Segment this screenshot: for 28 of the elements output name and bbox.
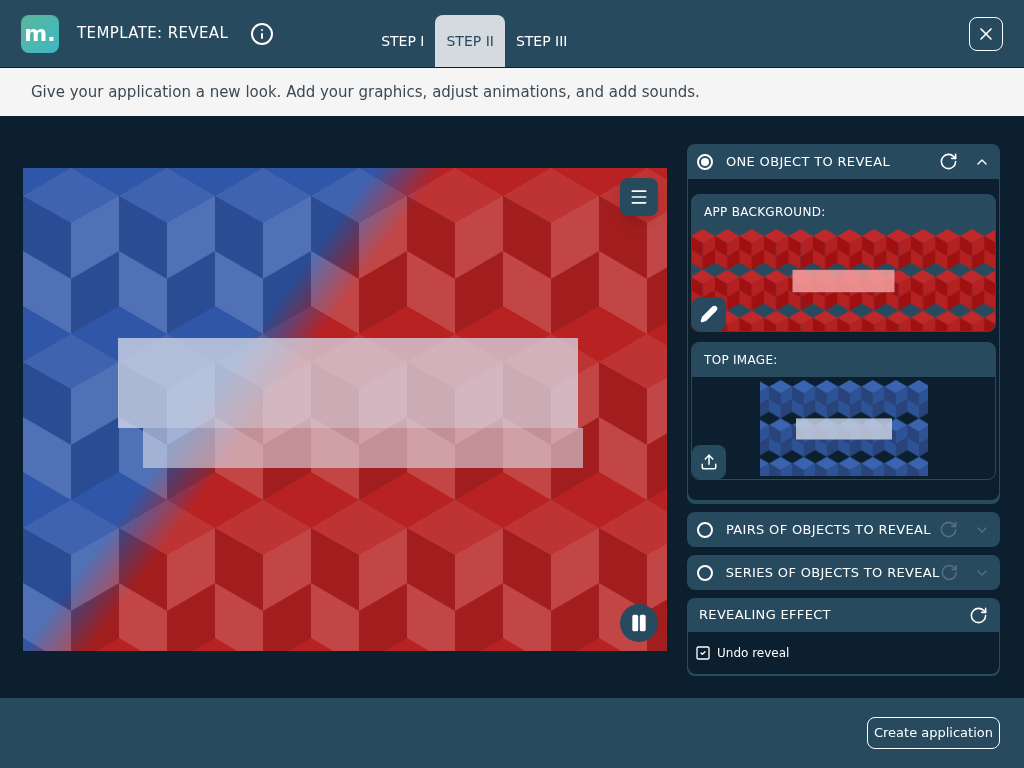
- menu-icon: [629, 187, 649, 207]
- section-title: REVEALING EFFECT: [699, 606, 831, 625]
- step-tab[interactable]: STEP II: [435, 15, 505, 67]
- pause-icon: [629, 613, 649, 633]
- checkbox[interactable]: [695, 645, 711, 661]
- pencil-icon: [700, 305, 718, 323]
- step-tab[interactable]: STEP III: [504, 15, 579, 67]
- create-application-button[interactable]: Create application: [866, 717, 1000, 749]
- section-title: PAIRS OF OBJECTS TO REVEAL: [726, 520, 931, 539]
- subtitle-text: Give your application a new look. Add your graphics, adjust animations, and add sounds.: [31, 81, 700, 103]
- section-title: ONE OBJECT TO REVEAL: [726, 152, 890, 171]
- menu-button[interactable]: [620, 178, 658, 216]
- info-icon[interactable]: [250, 21, 275, 46]
- image-label: TOP IMAGE:: [704, 352, 778, 369]
- template-title: TEMPLATE: REVEAL: [77, 23, 229, 45]
- edit-button[interactable]: [692, 297, 726, 331]
- reset-icon[interactable]: [969, 605, 988, 625]
- section-title: SERIES OF OBJECTS TO REVEAL: [725, 563, 940, 582]
- app-logo: m.: [21, 14, 59, 53]
- checkbox-label: Undo reveal: [717, 645, 790, 662]
- image-label: APP BACKGROUND:: [704, 204, 826, 221]
- upload-icon: [700, 453, 718, 471]
- close-button[interactable]: [969, 16, 1003, 51]
- step-tab[interactable]: STEP I: [370, 15, 436, 67]
- radio-button[interactable]: [697, 521, 713, 538]
- upload-button[interactable]: [692, 445, 726, 479]
- radio-button[interactable]: [697, 564, 713, 581]
- radio-button[interactable]: [697, 153, 713, 170]
